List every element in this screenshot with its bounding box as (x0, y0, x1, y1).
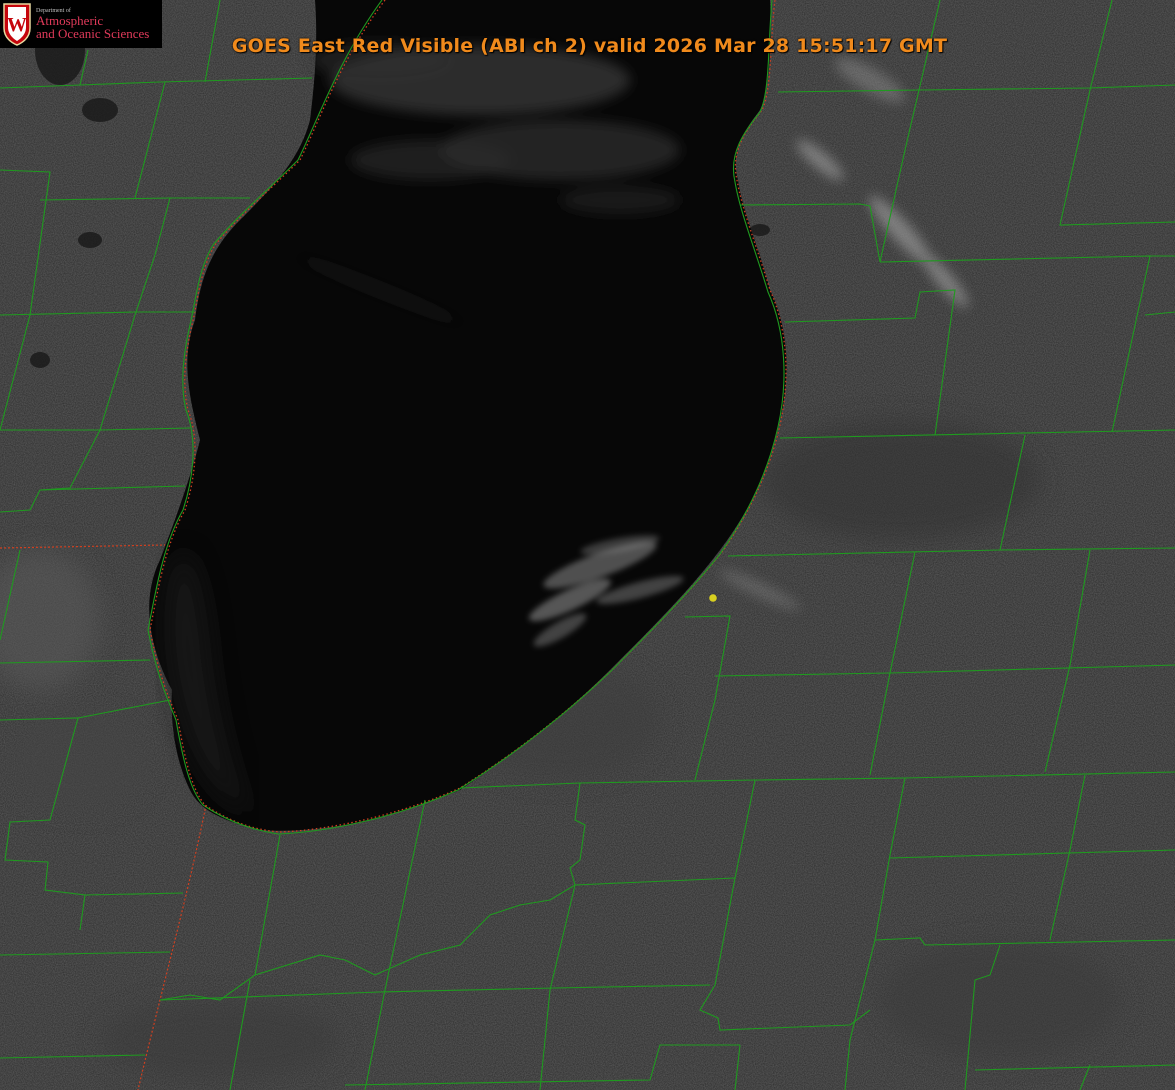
logo-line1: Atmospheric (36, 12, 104, 28)
observation-marker[interactable] (709, 594, 717, 602)
crest-letter: W (7, 14, 27, 36)
image-title: GOES East Red Visible (ABI ch 2) valid 2… (231, 35, 948, 57)
satellite-map (0, 0, 1175, 1090)
